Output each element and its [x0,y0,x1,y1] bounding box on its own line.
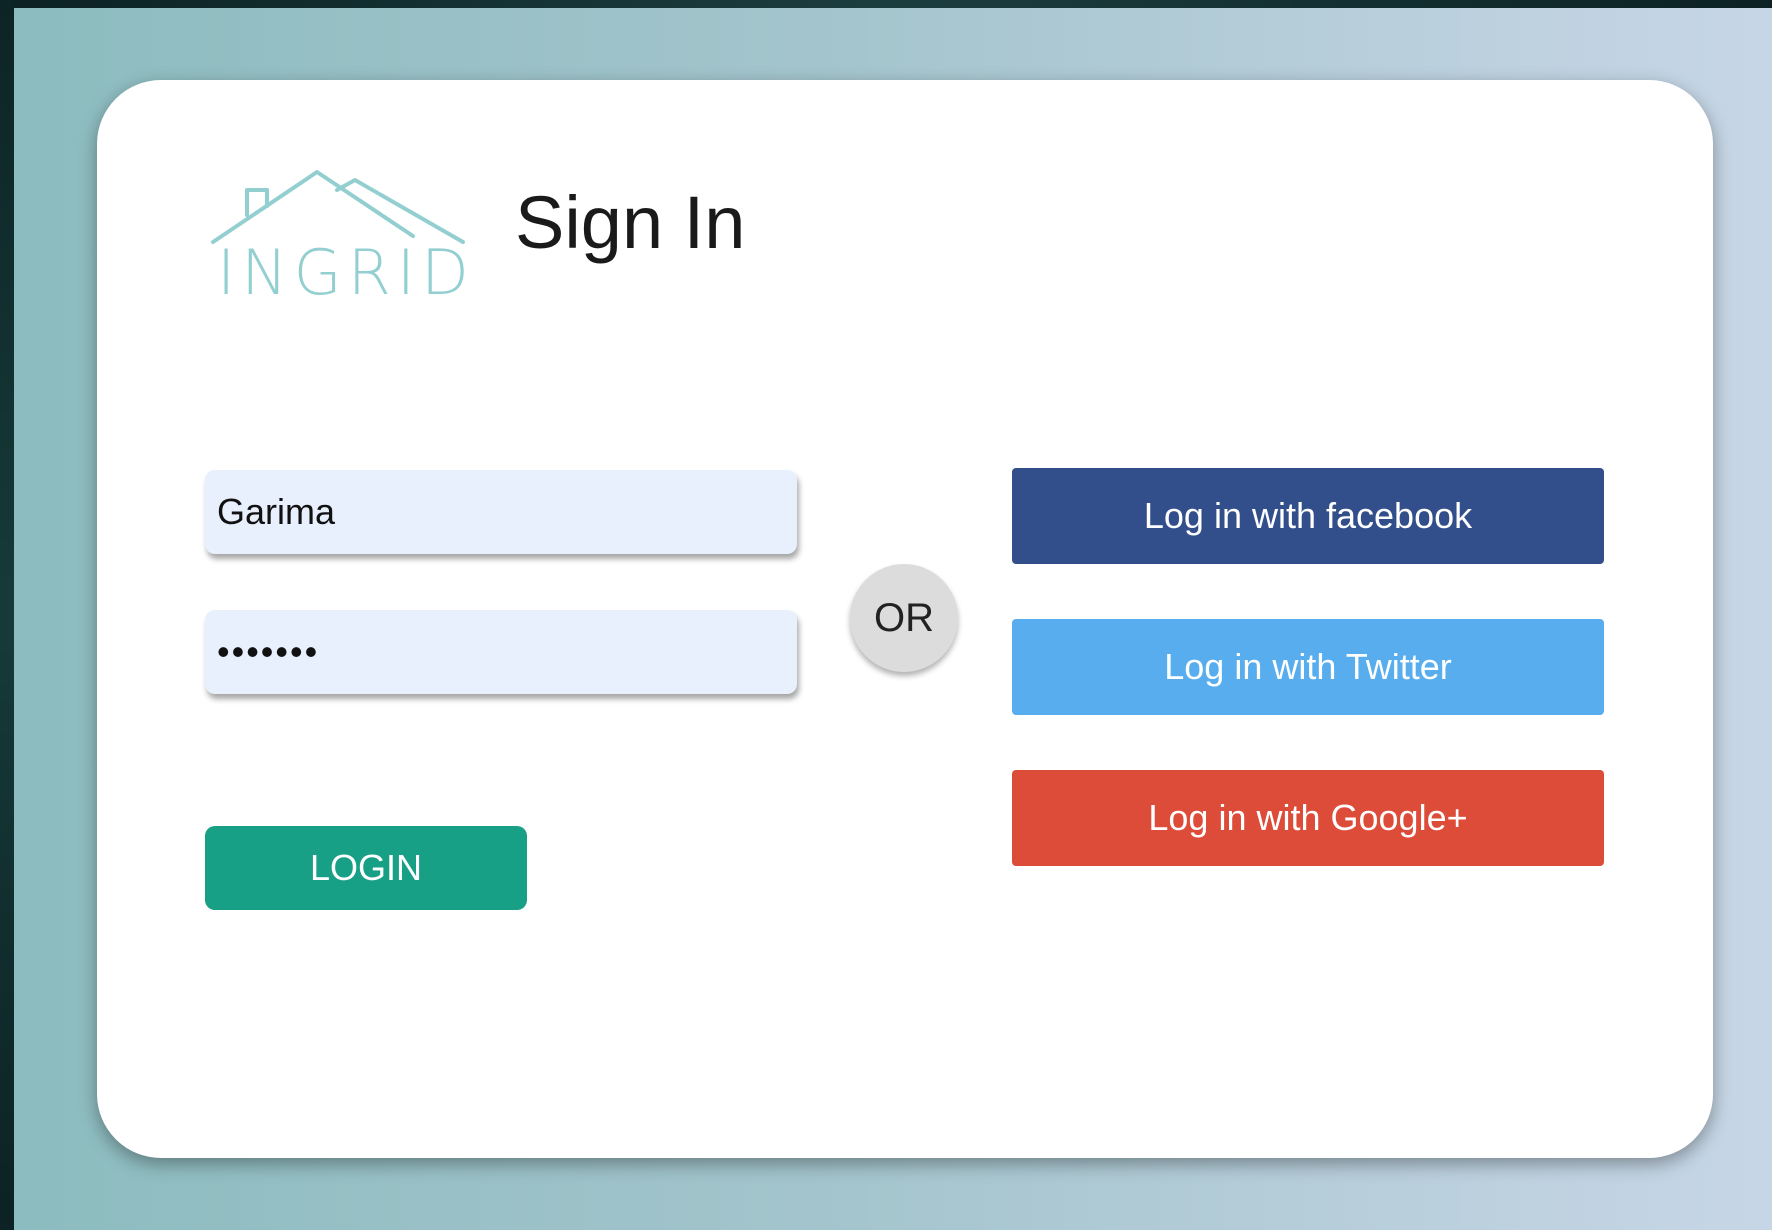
or-label: OR [874,595,934,640]
login-button[interactable]: LOGIN [205,826,527,910]
logo-text: INGRID [217,236,467,300]
password-input[interactable] [205,610,797,694]
page-title: Sign In [515,181,746,264]
window-left-edge [0,0,14,1230]
twitter-login-button[interactable]: Log in with Twitter [1012,619,1604,715]
signin-card: INGRID Sign In OR LOGIN Log in with face… [97,80,1713,1158]
google-login-label: Log in with Google+ [1148,797,1468,838]
ingrid-logo: INGRID [211,170,467,300]
username-input[interactable] [205,470,797,554]
login-label: LOGIN [309,847,423,888]
or-divider: OR [850,564,958,672]
google-login-button[interactable]: Log in with Google+ [1012,770,1604,866]
facebook-login-label: Log in with facebook [1143,495,1473,536]
window-top-edge [0,0,1772,8]
facebook-login-button[interactable]: Log in with facebook [1012,468,1604,564]
twitter-login-label: Log in with Twitter [1164,646,1452,687]
